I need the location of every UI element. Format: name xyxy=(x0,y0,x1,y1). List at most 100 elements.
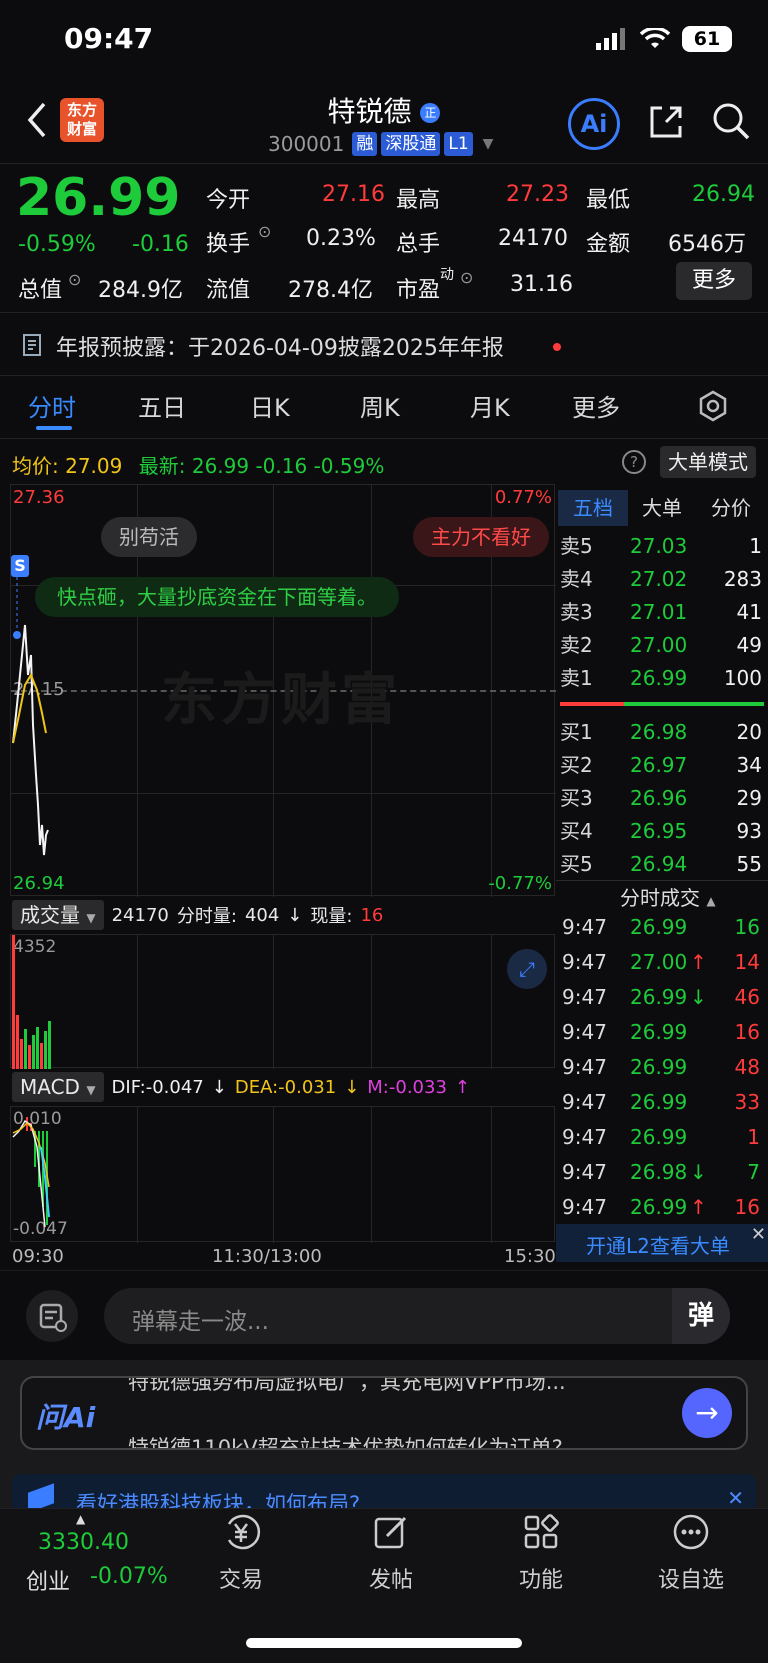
tick-volume: 48 xyxy=(734,1055,760,1079)
intraday-chart[interactable]: 东方财富 27.36 27.15 26.94 0.77% -0.77% 别苟活 … xyxy=(10,484,556,897)
tab-five-levels[interactable]: 五档 xyxy=(558,490,628,526)
ticks-title[interactable]: 分时成交 ▲ xyxy=(620,882,716,911)
ask-row-3: 卖3 27.01 41 xyxy=(560,600,762,624)
promo-close-icon[interactable]: ✕ xyxy=(727,1486,744,1510)
verified-badge-icon: 正 xyxy=(420,103,441,123)
notice-text: 年报预披露：于2026-04-09披露2025年年报 xyxy=(56,336,504,361)
tab-five-day[interactable]: 五日 xyxy=(138,388,186,423)
promo-banner[interactable]: 看好港股科技板块，如何布局? ✕ xyxy=(12,1474,756,1510)
last-price: 26.99 xyxy=(16,168,181,228)
tick-time: 9:47 xyxy=(562,1125,607,1149)
tick-time: 9:47 xyxy=(562,1195,607,1219)
tick-price: 26.99 xyxy=(630,915,688,939)
tick-row: 9:47 26.99 1 xyxy=(562,1120,762,1154)
tab-price-distribution[interactable]: 分价 xyxy=(696,490,766,526)
search-icon[interactable] xyxy=(710,100,752,142)
tick-price: 26.99 xyxy=(630,1195,688,1219)
price-line xyxy=(12,571,49,856)
open-value: 27.16 xyxy=(322,182,385,207)
l2-banner[interactable]: 开通L2查看大单 ✕ xyxy=(556,1224,768,1262)
tag-margin: 融 xyxy=(352,132,378,156)
big-order-mode-button[interactable]: 大单模式 xyxy=(660,446,756,478)
wenai-suggestion: 特锐德110kV超充站技术优势如何转化为订单? xyxy=(128,1436,563,1450)
time-axis-start: 09:30 xyxy=(12,1246,64,1267)
info-icon[interactable]: ⊙ xyxy=(68,270,81,289)
nav-functions[interactable]: 功能 xyxy=(481,1512,601,1594)
turnover-info-icon[interactable]: ⊙ xyxy=(258,222,271,241)
home-indicator xyxy=(246,1638,522,1648)
macd-panel-button[interactable]: MACD ▼ xyxy=(12,1072,104,1102)
close-icon[interactable]: ✕ xyxy=(751,1224,766,1245)
tick-time: 9:47 xyxy=(562,985,607,1009)
nav-add-watchlist[interactable]: 设自选 xyxy=(631,1512,751,1594)
nav-trade[interactable]: 交易 xyxy=(181,1512,301,1594)
index-widget[interactable]: ▲ 3330.40 创业 -0.07% xyxy=(20,1512,170,1595)
stock-code-row[interactable]: 300001 融 深股通 L1 ▼ xyxy=(268,132,493,156)
settings-icon[interactable] xyxy=(697,390,729,422)
volume-panel-button[interactable]: 成交量 ▼ xyxy=(12,900,104,930)
turnover-label: 换手 xyxy=(206,232,251,257)
danmaku-toggle-icon[interactable] xyxy=(26,1290,78,1342)
share-icon[interactable] xyxy=(646,102,686,142)
tick-volume: 1 xyxy=(747,1125,760,1149)
tick-row: 9:47 26.99 16 xyxy=(562,910,762,944)
tab-big-orders[interactable]: 大单 xyxy=(628,490,696,526)
bid-row-1: 买1 26.98 20 xyxy=(560,720,762,744)
tick-volume: 14 xyxy=(734,950,760,974)
tab-intraday[interactable]: 分时 xyxy=(28,388,76,423)
orderbook-tabs: 五档 大单 分价 xyxy=(558,490,766,526)
volume-chart[interactable]: 4352 ⤢ xyxy=(10,934,555,1069)
caret-up-icon: ▲ xyxy=(76,1512,86,1526)
tab-more[interactable]: 更多 xyxy=(572,388,620,423)
tick-volume: 7 xyxy=(747,1160,760,1184)
macd-chart[interactable]: 0.010 -0.047 xyxy=(10,1106,555,1243)
status-icons: 61 xyxy=(596,26,732,52)
pe-sup: 动 xyxy=(440,267,454,283)
wenai-card[interactable]: 问Ai 特锐德强势布局虚拟电厂，其充电网VPP市场... 特锐德110kV超充站… xyxy=(20,1376,748,1450)
nav-post[interactable]: 发帖 xyxy=(331,1512,451,1594)
cellular-icon xyxy=(596,28,625,50)
float-value: 278.4亿 xyxy=(288,278,373,303)
tick-row: 9:47 26.99 48 xyxy=(562,1050,762,1084)
tick-arrow: ↓ xyxy=(690,1160,707,1184)
tick-time: 9:47 xyxy=(562,950,607,974)
tick-row: 9:47 26.98 ↓ 7 xyxy=(562,1155,762,1189)
ask-row-4: 卖4 27.02 283 xyxy=(560,567,762,591)
time-axis-end: 15:30 xyxy=(504,1246,556,1267)
tick-arrow: ↓ xyxy=(690,985,707,1009)
stock-code: 300001 xyxy=(268,132,345,156)
amount-value: 6546万 xyxy=(668,232,746,257)
mktcap-value: 284.9亿 xyxy=(98,278,183,303)
pe-info-icon[interactable]: ⊙ xyxy=(460,268,473,287)
tick-time: 9:47 xyxy=(562,915,607,939)
chart-info-bar: 均价: 27.09 最新: 26.99 -0.16 -0.59% xyxy=(12,454,385,478)
wenai-go-button[interactable]: → xyxy=(682,1388,732,1438)
volume-bars xyxy=(12,935,51,1069)
edit-icon xyxy=(374,1516,407,1549)
high-value: 27.23 xyxy=(506,182,569,207)
tick-price: 26.99 xyxy=(630,1055,688,1079)
macd-lines xyxy=(12,1117,50,1228)
danmaku-input[interactable]: 弹幕走一波... 弹 xyxy=(104,1288,730,1344)
report-icon xyxy=(23,334,41,356)
tab-weekly-k[interactable]: 周K xyxy=(360,388,400,423)
tick-time: 9:47 xyxy=(562,1020,607,1044)
tick-row: 9:47 26.99 33 xyxy=(562,1085,762,1119)
tick-arrow: ↑ xyxy=(690,950,707,974)
expand-icon[interactable]: ⤢ xyxy=(507,949,547,989)
help-icon[interactable]: ? xyxy=(622,450,646,474)
ai-button[interactable]: Ai xyxy=(568,98,620,150)
tick-volume: 16 xyxy=(734,1195,760,1219)
status-time: 09:47 xyxy=(64,22,154,55)
tab-daily-k[interactable]: 日K xyxy=(250,388,290,423)
tick-volume: 33 xyxy=(734,1090,760,1114)
yen-icon xyxy=(227,1514,261,1550)
tab-monthly-k[interactable]: 月K xyxy=(470,388,510,423)
volume-header: 成交量 ▼ 24170 分时量: 404 ↓ 现量: 16 xyxy=(12,900,383,930)
annual-report-notice[interactable]: 年报预披露：于2026-04-09披露2025年年报 xyxy=(0,312,768,376)
send-danmaku-button[interactable]: 弹 xyxy=(672,1288,730,1344)
more-button[interactable]: 更多 xyxy=(676,262,752,300)
low-value: 26.94 xyxy=(692,182,755,207)
tick-volume: 16 xyxy=(734,915,760,939)
bid-ask-ratio-bar xyxy=(560,702,764,706)
